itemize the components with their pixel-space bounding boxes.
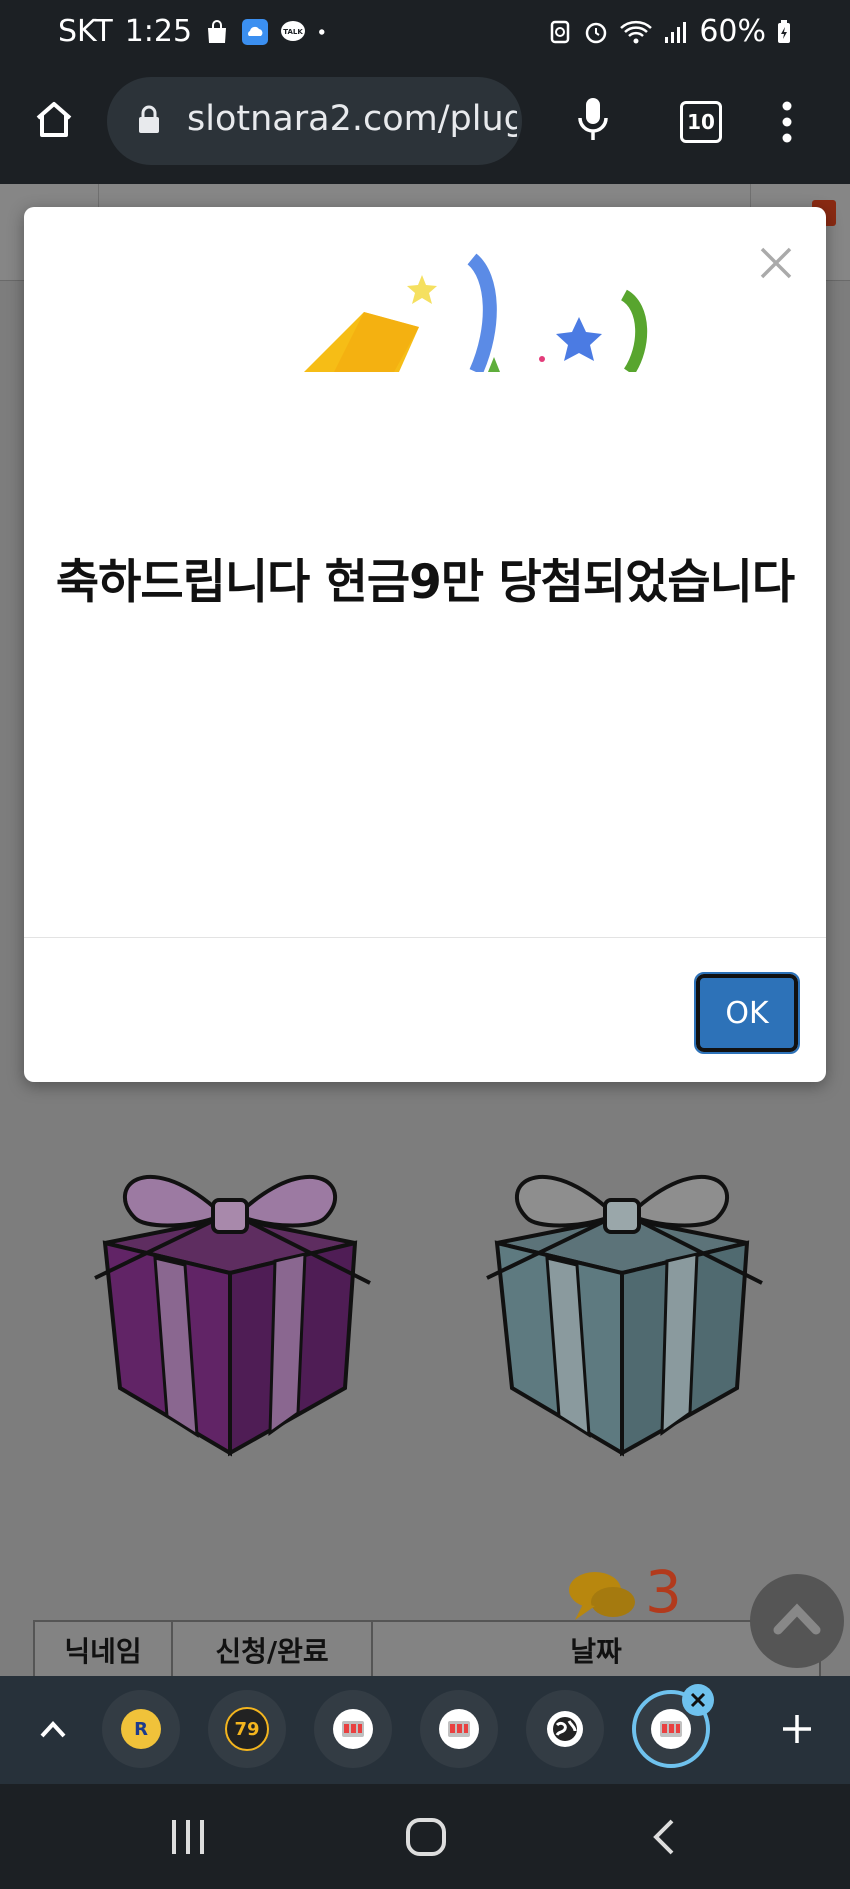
recycle-icon <box>551 20 570 43</box>
slot-machine-icon <box>651 1709 691 1749</box>
talk-icon: TALK <box>281 20 306 41</box>
home-icon[interactable] <box>32 98 76 142</box>
ok-button[interactable]: OK <box>694 972 800 1054</box>
slot-machine-icon <box>439 1709 479 1749</box>
battery-icon <box>778 19 790 43</box>
tab-slot-1[interactable] <box>314 1690 392 1768</box>
r-casino-icon: R <box>121 1709 161 1749</box>
scroll-to-top-button[interactable] <box>750 1574 844 1668</box>
seventy-nine-icon: 79 <box>225 1707 269 1751</box>
tab-r-casino[interactable]: R <box>102 1690 180 1768</box>
wifi-icon <box>620 20 653 43</box>
gift-box-purple-icon[interactable] <box>85 1148 375 1458</box>
carrier-label: SKT <box>58 14 113 49</box>
chevron-up-icon <box>773 1603 821 1635</box>
url-text: slotnara2.com/plugi <box>187 99 517 139</box>
column-nickname: 닉네임 <box>35 1622 173 1678</box>
add-tab-icon[interactable] <box>780 1712 814 1746</box>
mic-icon[interactable] <box>576 96 610 144</box>
tab-79[interactable]: 79 <box>208 1690 286 1768</box>
chat-widget[interactable]: 3 <box>545 1558 695 1658</box>
alarm-icon <box>586 22 607 43</box>
column-status: 신청/완료 <box>173 1622 373 1678</box>
dot-icon <box>319 28 325 35</box>
more-icon[interactable] <box>780 100 794 144</box>
celebration-confetti-icon <box>304 253 648 372</box>
tab-globe[interactable] <box>526 1690 604 1768</box>
clock: 1:25 <box>124 14 193 49</box>
browser-toolbar: slotnara2.com/plugi 10 <box>0 72 850 184</box>
signal-icon <box>665 21 687 43</box>
chat-bubbles-icon <box>569 1572 635 1620</box>
gift-box-teal-icon[interactable] <box>477 1148 767 1458</box>
globe-icon <box>547 1711 583 1747</box>
close-icon[interactable] <box>756 243 796 283</box>
browser-tab-strip: R 79 <box>0 1676 850 1784</box>
history-table-header: 닉네임 신청/완료 날짜 <box>33 1620 821 1680</box>
svg-text:TALK: TALK <box>283 28 303 36</box>
prize-message: 축하드립니다 현금9만 당첨되었습니다 <box>55 555 795 610</box>
system-navigation-bar <box>0 1784 850 1889</box>
cloud-upload-icon <box>242 18 269 45</box>
status-left: SKT 1:25 TALK <box>58 14 332 49</box>
back-icon[interactable] <box>650 1818 676 1856</box>
close-tab-button[interactable] <box>682 1684 714 1716</box>
status-bar: SKT 1:25 TALK 60% <box>0 0 850 72</box>
slot-machine-icon <box>333 1709 373 1749</box>
tabs-icon[interactable]: 10 <box>680 101 722 143</box>
close-icon <box>690 1692 706 1708</box>
collapse-chevron-icon[interactable] <box>38 1718 68 1740</box>
dialog-divider <box>24 937 826 938</box>
shopping-bag-icon <box>208 19 227 43</box>
lock-icon <box>139 105 159 133</box>
status-right: 60% <box>547 14 792 49</box>
tab-slot-2[interactable] <box>420 1690 498 1768</box>
chat-count: 3 <box>645 1558 682 1626</box>
prize-dialog: 축하드립니다 현금9만 당첨되었습니다 OK <box>24 207 826 1082</box>
home-nav-icon[interactable] <box>405 1817 447 1857</box>
battery-percent: 60% <box>699 14 766 49</box>
address-bar[interactable]: slotnara2.com/plugi <box>107 77 522 165</box>
recent-apps-icon[interactable] <box>168 1818 208 1856</box>
